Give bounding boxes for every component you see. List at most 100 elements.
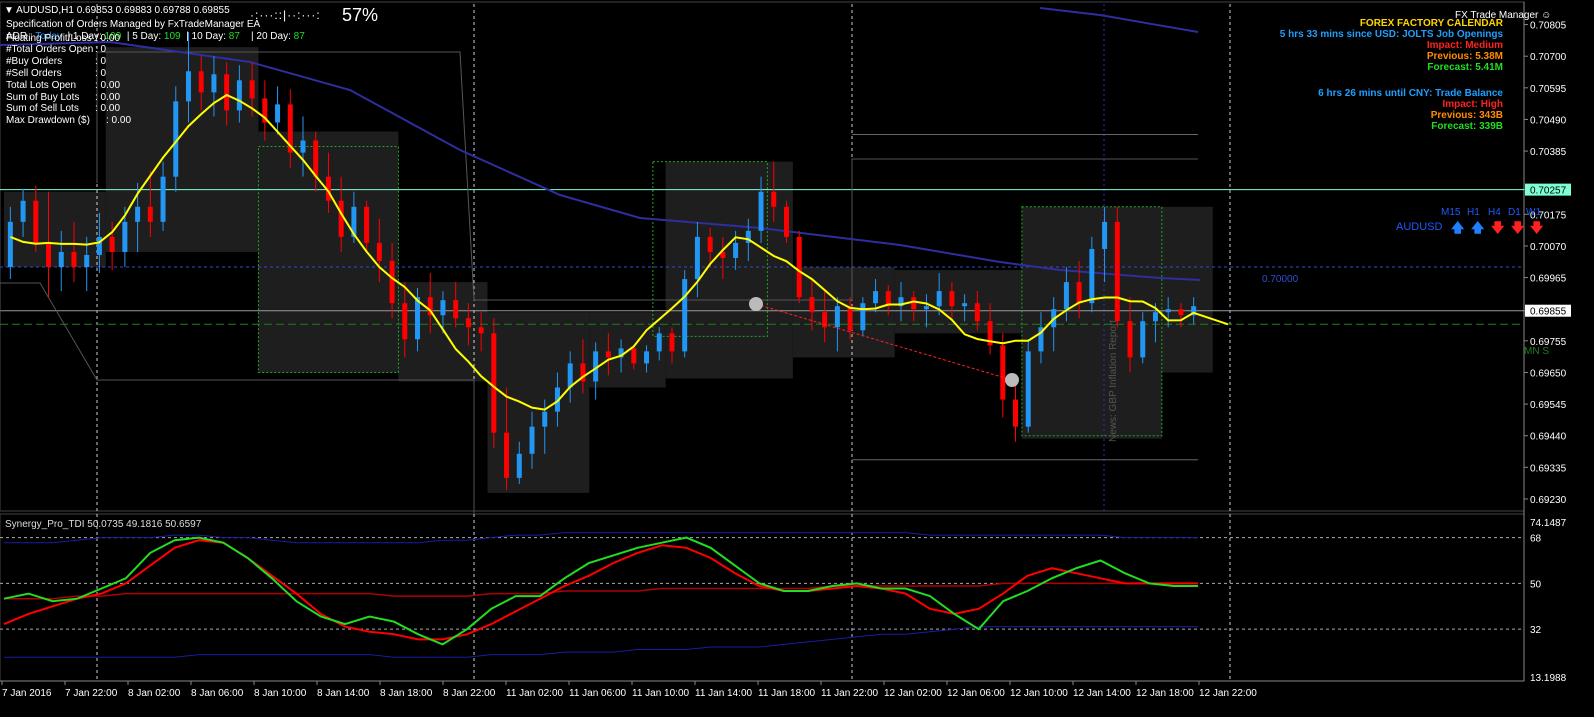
candle-bear — [771, 191, 777, 207]
candle-bear — [46, 242, 52, 268]
stat-value: : 0.00 — [95, 80, 121, 91]
indicator-tick-label: 13.1988 — [1530, 673, 1567, 684]
candle-bear — [631, 348, 637, 364]
candle-bull — [542, 411, 548, 427]
event-forecast: Forecast: 339B — [1431, 121, 1503, 132]
session-box — [4, 191, 106, 268]
candle-bear — [1178, 309, 1184, 316]
d20-value: 87 — [293, 31, 305, 42]
candle-bear — [389, 261, 395, 304]
candles — [7, 32, 1197, 490]
candle-bull — [1063, 282, 1069, 310]
event-impact: Impact: High — [1442, 99, 1503, 110]
candle-bear — [402, 303, 408, 340]
candle-bear — [669, 333, 675, 352]
collapse-arrow-icon[interactable]: ▼ — [4, 5, 14, 16]
candle-bear — [796, 236, 802, 298]
tdi-lines — [0, 532, 1524, 658]
candle-bear — [707, 236, 713, 252]
indicator-tick-label: 50 — [1530, 579, 1542, 590]
event-forecast: Forecast: 5.41M — [1427, 62, 1503, 73]
price-tick-label: 0.70257 — [1530, 186, 1567, 197]
session-box — [1161, 206, 1213, 373]
candle-bear — [465, 318, 471, 328]
chart-canvas[interactable]: 0.70805 0.70700 0.70595 0.70490 0.70385 0.702… — [0, 0, 1594, 717]
candle-bear — [478, 327, 484, 334]
arrow-down-icon: 🡇 — [1491, 220, 1505, 235]
time-tick-label: 8 Jan 02:00 — [128, 688, 181, 699]
progress-dots: ·:···::|··:···: — [250, 8, 321, 22]
candle-bear — [1114, 221, 1120, 322]
candle-bull — [936, 291, 942, 307]
stat-label: Sum of Sell Lots — [6, 103, 79, 114]
time-tick-label: 12 Jan 06:00 — [947, 688, 1005, 699]
price-tick-label: 0.69335 — [1530, 463, 1567, 474]
stat-label: #Buy Orders — [6, 56, 63, 67]
time-tick-label: 11 Jan 22:00 — [821, 688, 879, 699]
candle-bull — [135, 206, 141, 222]
price-tick-label: 0.69230 — [1530, 495, 1567, 506]
candle-bear — [33, 200, 39, 243]
candle-bear — [338, 200, 344, 237]
price-tick-label: 0.69545 — [1530, 400, 1567, 411]
candle-bear — [147, 206, 153, 222]
time-tick-label: 12 Jan 10:00 — [1010, 688, 1068, 699]
candle-bull — [733, 242, 739, 258]
event-impact: Impact: Medium — [1426, 40, 1503, 51]
candle-bear — [453, 300, 459, 319]
price-tick-label: 0.70385 — [1530, 147, 1567, 158]
time-tick-label: 7 Jan 2016 — [2, 688, 52, 699]
d10-value: 87 — [228, 31, 240, 42]
tdi-signal-line — [3, 539, 1198, 641]
stat-label: #Sell Orders — [6, 68, 62, 79]
candle-bull — [236, 80, 242, 111]
tf-symbol: AUDUSD — [1396, 221, 1443, 233]
price-tick-label: 0.70805 — [1530, 21, 1567, 32]
stat-value: : 0 — [95, 44, 107, 55]
candle-bear — [491, 333, 497, 433]
time-tick-label: 7 Jan 22:00 — [65, 688, 118, 699]
tf-h1: H1 — [1467, 207, 1480, 218]
price-tick-label: 0.70490 — [1530, 115, 1567, 126]
candle-bull — [1089, 248, 1095, 304]
candle-bear — [809, 297, 815, 313]
candle-bear — [313, 140, 319, 177]
candle-bull — [529, 426, 535, 454]
stat-value: : 0.00 — [106, 115, 132, 126]
arrow-down-icon: 🡇 — [1530, 220, 1544, 235]
stat-value: : 0.00 — [95, 103, 121, 114]
smiley-icon[interactable]: ☺ — [1541, 10, 1551, 21]
price-tick-label: 0.69855 — [1530, 307, 1567, 318]
candle-bull — [1102, 221, 1108, 249]
symbol-header[interactable]: ▼ AUDUSD,H1 0.69853 0.69883 0.69788 0.69… — [4, 5, 230, 16]
candle-bull — [923, 306, 929, 310]
mn-level-label: MN S — [1524, 346, 1549, 357]
tf-d1: D1 — [1508, 207, 1521, 218]
stat-value: : 0 — [95, 68, 107, 79]
session-box — [487, 312, 590, 493]
price-tick-label: 0.69650 — [1530, 368, 1567, 379]
candle-bull — [7, 221, 13, 268]
trade-exit-marker — [1005, 373, 1019, 387]
candle-bull — [694, 236, 700, 280]
candle-bear — [1127, 321, 1133, 358]
price-tick-label: 0.70700 — [1530, 52, 1567, 63]
indicator-pane-border — [0, 513, 1525, 682]
d20-label: | 20 Day: — [251, 31, 291, 42]
candle-bull — [644, 351, 650, 364]
candle-bear — [911, 297, 917, 310]
d5-value: 109 — [163, 31, 181, 42]
time-tick-label: 8 Jan 06:00 — [191, 688, 244, 699]
ea-spec: Specification of Orders Managed by FxTra… — [6, 19, 261, 30]
candle-bear — [364, 206, 370, 243]
candle-bull — [873, 291, 879, 304]
time-tick-label: 11 Jan 18:00 — [758, 688, 816, 699]
candle-bear — [822, 312, 828, 328]
candle-bear — [224, 74, 230, 111]
candle-bull — [160, 176, 166, 222]
indicator-tick-label: 68 — [1530, 534, 1542, 545]
candle-bear — [1076, 282, 1082, 304]
price-tick-label: 0.70595 — [1530, 84, 1567, 95]
candle-bull — [834, 306, 840, 328]
session-box — [105, 47, 259, 252]
